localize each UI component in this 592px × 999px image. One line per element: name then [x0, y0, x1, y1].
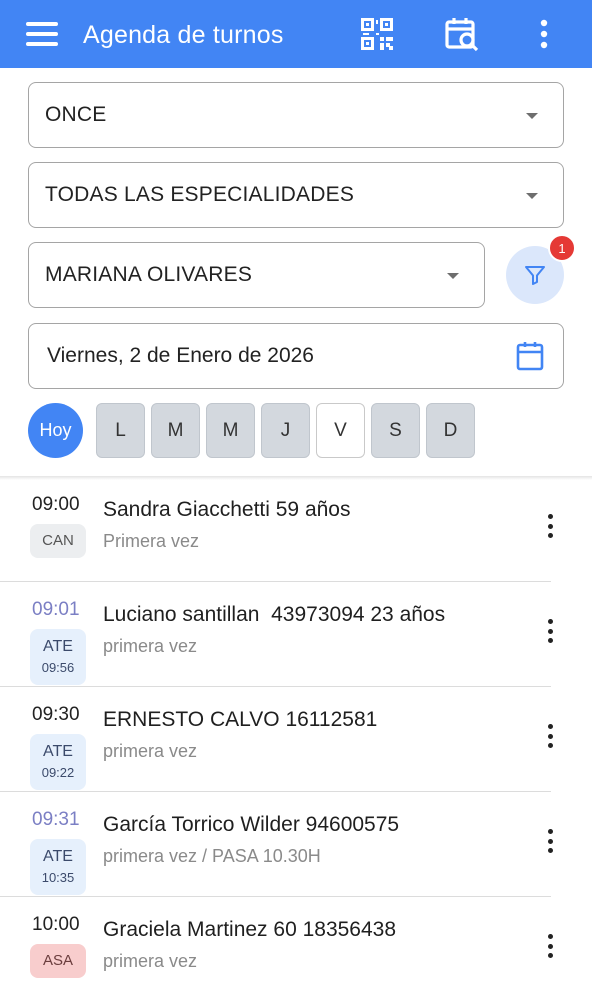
menu-icon[interactable] — [26, 21, 60, 47]
more-vert-icon[interactable] — [540, 514, 560, 538]
status-time: 10:35 — [41, 870, 75, 885]
date-field[interactable]: Viernes, 2 de Enero de 2026 — [28, 323, 564, 389]
row-divider — [0, 581, 551, 582]
appointment-note: Primera vez — [103, 531, 200, 551]
patient-name: García Torrico Wilder 94600575 — [103, 813, 400, 836]
patient-name: Graciela Martinez 60 18356438 — [103, 918, 397, 941]
appointment-time: 09:31 — [32, 809, 80, 830]
day-button-friday[interactable]: V — [316, 403, 365, 458]
filter-icon — [525, 266, 545, 285]
day-button-thursday[interactable]: J — [261, 403, 310, 458]
status-badge: CAN — [30, 524, 86, 558]
row-divider — [0, 686, 551, 687]
more-vert-icon[interactable] — [522, 14, 566, 54]
location-select[interactable]: ONCE — [28, 82, 564, 148]
day-button-monday[interactable]: L — [96, 403, 145, 458]
date-value: Viernes, 2 de Enero de 2026 — [47, 344, 314, 367]
day-button-saturday[interactable]: S — [371, 403, 420, 458]
appointment-row[interactable]: 09:31 ATE 10:35 García Torrico Wilder 94… — [0, 793, 592, 897]
professional-value: MARIANA OLIVARES — [45, 263, 253, 286]
status-time: 09:22 — [41, 765, 75, 780]
specialty-value: TODAS LAS ESPECIALIDADES — [45, 183, 355, 206]
appointment-note: primera vez — [103, 636, 198, 656]
more-vert-icon[interactable] — [540, 619, 560, 643]
day-button-sunday[interactable]: D — [426, 403, 475, 458]
page-title: Agenda de turnos — [83, 21, 284, 49]
status-badge: ATE 10:35 — [30, 839, 86, 895]
more-vert-icon[interactable] — [540, 829, 560, 853]
status-code: ATE — [43, 743, 73, 760]
appointment-time: 10:00 — [32, 914, 80, 935]
today-button[interactable]: Hoy — [28, 403, 83, 458]
patient-name: ERNESTO CALVO 16112581 — [103, 708, 378, 731]
specialty-select[interactable]: TODAS LAS ESPECIALIDADES — [28, 162, 564, 228]
chevron-down-icon — [526, 113, 538, 119]
app-bar: Agenda de turnos — [0, 0, 592, 68]
status-badge: ATE 09:22 — [30, 734, 86, 790]
calendar-search-icon[interactable] — [440, 14, 484, 54]
status-code: ATE — [43, 638, 73, 655]
qr-code-icon[interactable] — [355, 14, 399, 54]
row-divider — [0, 896, 551, 897]
appointment-note: primera vez — [103, 741, 198, 761]
appointment-row[interactable]: 09:30 ATE 09:22 ERNESTO CALVO 16112581 p… — [0, 688, 592, 792]
appointment-row[interactable]: 09:00 CAN Sandra Giacchetti 59 años Prim… — [0, 478, 592, 582]
appointment-note: primera vez / PASA 10.30H — [103, 846, 321, 866]
more-vert-icon[interactable] — [540, 724, 560, 748]
status-time: 09:56 — [41, 660, 75, 675]
filter-count-badge: 1 — [548, 234, 576, 262]
day-button-wednesday[interactable]: M — [206, 403, 255, 458]
appointment-time: 09:00 — [32, 494, 80, 515]
chevron-down-icon — [447, 273, 459, 279]
location-value: ONCE — [45, 103, 107, 126]
patient-name: Sandra Giacchetti 59 años — [103, 498, 351, 521]
appointment-note: primera vez — [103, 951, 198, 971]
day-button-tuesday[interactable]: M — [151, 403, 200, 458]
appointment-time: 09:01 — [32, 599, 80, 620]
chevron-down-icon — [526, 193, 538, 199]
row-divider — [0, 791, 551, 792]
patient-name: Luciano santillan 43973094 23 años — [103, 603, 446, 626]
status-badge: ASA — [30, 944, 86, 978]
appointment-time: 09:30 — [32, 704, 80, 725]
more-vert-icon[interactable] — [540, 934, 560, 958]
appointment-row[interactable]: 09:01 ATE 09:56 Luciano santillan 439730… — [0, 583, 592, 687]
status-code: ATE — [43, 848, 73, 865]
appointment-row[interactable]: 10:00 ASA Graciela Martinez 60 18356438 … — [0, 898, 592, 999]
calendar-icon[interactable] — [515, 340, 545, 372]
professional-select[interactable]: MARIANA OLIVARES — [28, 242, 485, 308]
status-badge: ATE 09:56 — [30, 629, 86, 685]
